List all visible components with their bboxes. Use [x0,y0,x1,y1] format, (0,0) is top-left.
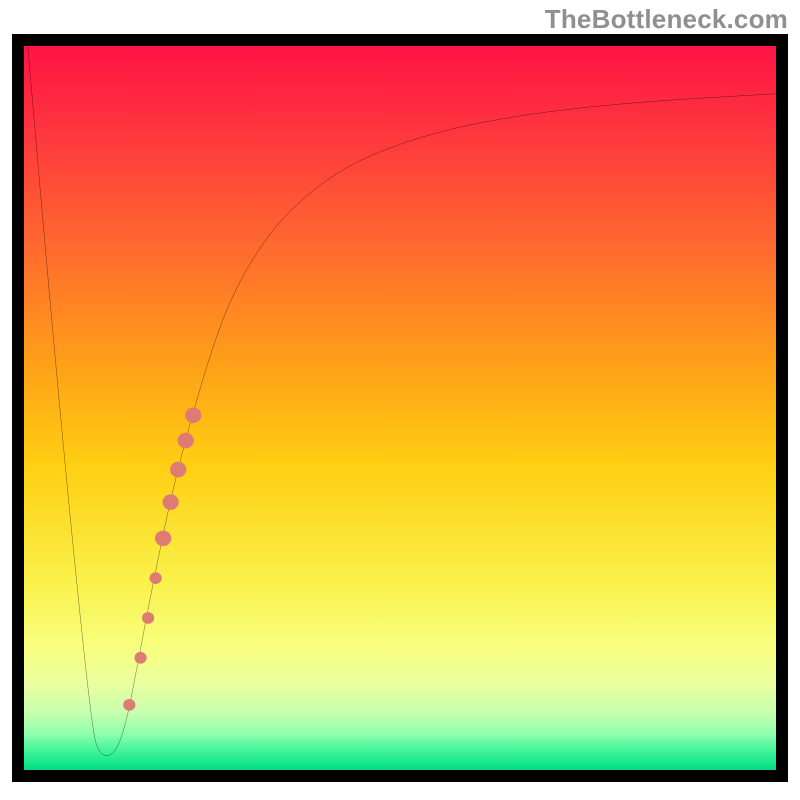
salmon-dot [170,462,186,478]
salmon-dot [142,612,154,624]
salmon-dot [178,433,194,449]
watermark-text: TheBottleneck.com [545,4,788,35]
chart-frame [12,34,788,782]
salmon-dot [134,652,146,664]
salmon-dot [185,407,201,423]
salmon-dot [155,530,171,546]
bottleneck-curve [28,46,776,756]
chart-overlay [24,46,776,770]
salmon-dot [162,494,178,510]
salmon-dot [123,699,135,711]
chart-stage: TheBottleneck.com [0,0,800,800]
salmon-dot-group [123,407,201,710]
salmon-dot [149,572,161,584]
